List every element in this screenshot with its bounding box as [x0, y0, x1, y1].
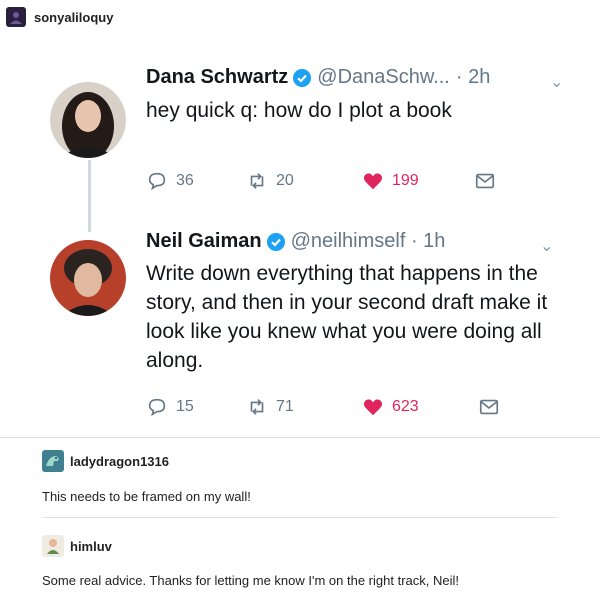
avatar[interactable]: [42, 450, 64, 472]
comment-text: This needs to be framed on my wall!: [42, 489, 251, 504]
profile-photo: [50, 82, 126, 158]
tweet-actions: 36 20 199: [146, 170, 496, 192]
divider: [42, 517, 558, 518]
verified-badge-icon: [266, 232, 285, 251]
heart-icon: [363, 173, 383, 190]
retweet-button[interactable]: 71: [246, 396, 362, 418]
profile-photo: [50, 240, 126, 316]
envelope-icon: [479, 399, 499, 415]
chevron-down-icon[interactable]: ⌄: [550, 72, 563, 92]
retweet-button[interactable]: 20: [246, 170, 362, 192]
thread-connector: [88, 160, 91, 232]
like-button[interactable]: 199: [362, 170, 474, 192]
display-name[interactable]: Neil Gaiman: [146, 230, 262, 253]
verified-badge-icon: [293, 68, 312, 87]
envelope-icon: [475, 173, 495, 189]
comment-header: ladydragon1316: [42, 450, 169, 472]
reply-icon: [148, 398, 166, 417]
retweet-count: 71: [276, 398, 294, 415]
like-button[interactable]: 623: [362, 396, 478, 418]
tweet-header: Neil Gaiman @neilhimself · 1h: [146, 230, 445, 253]
comment-username[interactable]: ladydragon1316: [70, 454, 169, 469]
avatar[interactable]: [42, 535, 64, 557]
user-icon: [10, 12, 22, 24]
user-handle[interactable]: @neilhimself · 1h: [291, 230, 446, 253]
tweet-text: Write down everything that happens in th…: [146, 262, 548, 372]
tweet-actions: 15 71 623: [146, 396, 500, 418]
heart-icon: [363, 399, 383, 416]
comment-username[interactable]: himluv: [70, 539, 112, 554]
reply-count: 36: [176, 172, 194, 189]
user-handle[interactable]: @DanaSchw...: [317, 66, 450, 89]
retweet-count: 20: [276, 172, 294, 189]
chevron-down-icon[interactable]: ⌄: [540, 236, 553, 256]
tumblr-post-header: sonyaliloquy: [6, 6, 113, 28]
direct-message-button[interactable]: [474, 170, 496, 192]
retweet-icon: [250, 173, 264, 189]
reply-button[interactable]: 15: [146, 396, 246, 418]
direct-message-button[interactable]: [478, 396, 500, 418]
retweet-icon: [250, 399, 264, 415]
like-count: 623: [392, 398, 419, 415]
tweet-text: hey quick q: how do I plot a book: [146, 99, 452, 122]
avatar[interactable]: [50, 82, 126, 158]
tweet-timestamp[interactable]: · 2h: [456, 66, 490, 89]
tweet-header: Dana Schwartz @DanaSchw... · 2h: [146, 66, 490, 89]
divider: [0, 437, 600, 438]
like-count: 199: [392, 172, 419, 189]
character-icon: [47, 539, 59, 554]
dragon-icon: [46, 456, 59, 466]
avatar[interactable]: [50, 240, 126, 316]
reply-count: 15: [176, 398, 194, 415]
comment-header: himluv: [42, 535, 112, 557]
comment-text: Some real advice. Thanks for letting me …: [42, 573, 459, 588]
reply-icon: [148, 172, 166, 191]
tumblr-username[interactable]: sonyaliloquy: [34, 10, 113, 25]
avatar[interactable]: [6, 7, 26, 27]
reply-button[interactable]: 36: [146, 170, 246, 192]
display-name[interactable]: Dana Schwartz: [146, 66, 288, 89]
